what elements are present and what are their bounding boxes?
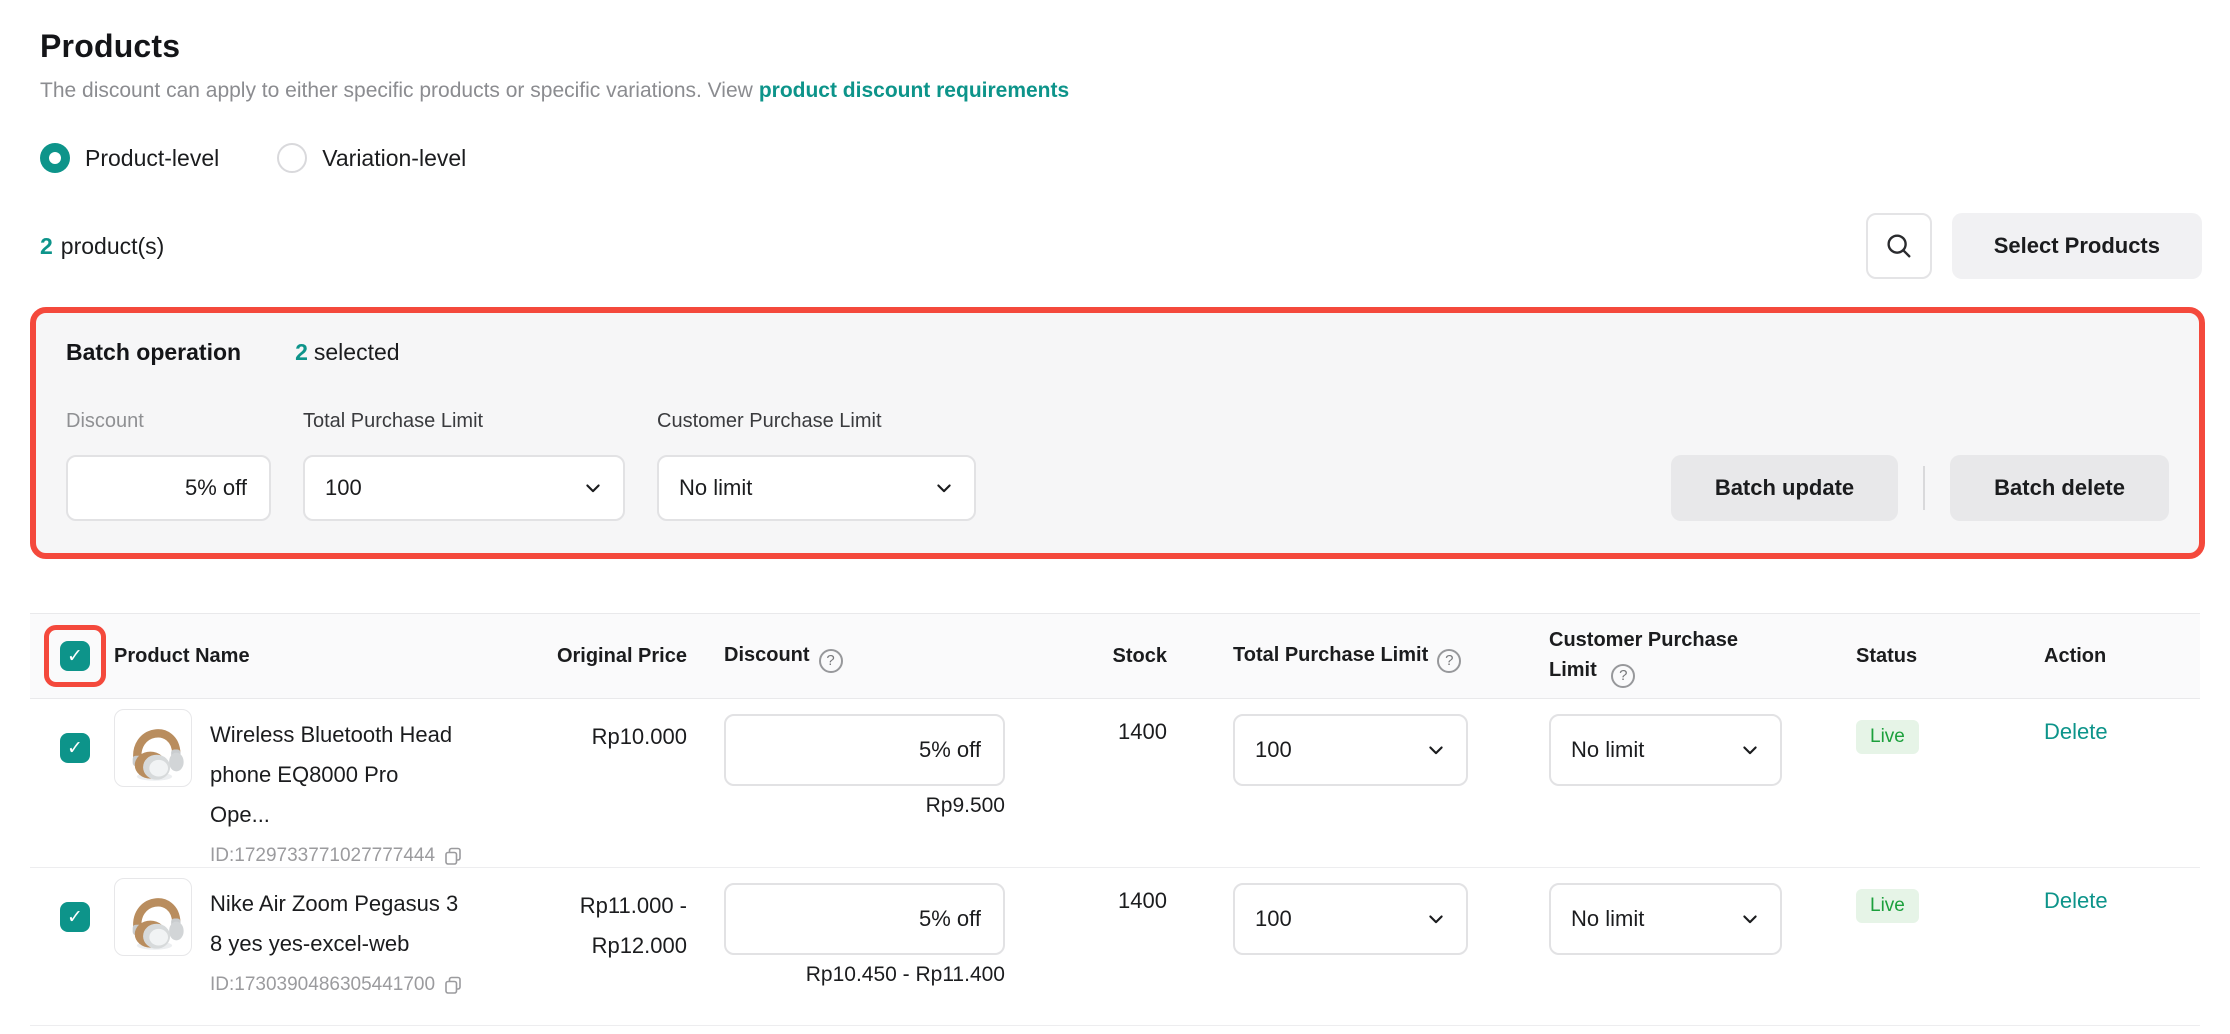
radio-variation-level[interactable]: Variation-level [277, 143, 466, 173]
batch-selected-count: 2selected [295, 339, 399, 366]
stock-value: 1400 [1005, 868, 1167, 1025]
total-purchase-limit-select[interactable]: 100 [1233, 714, 1468, 786]
chevron-down-icon [583, 478, 603, 498]
select-value: No limit [1571, 906, 1644, 932]
product-name-line: Wireless Bluetooth Head [210, 715, 464, 755]
status-badge: Live [1856, 889, 1919, 923]
radio-selected-icon[interactable] [40, 143, 70, 173]
customer-purchase-limit-select[interactable]: No limit [1549, 883, 1782, 955]
col-action: Action [1986, 641, 2200, 671]
select-all-annotation: ✓ [44, 625, 106, 687]
level-selector: Product-level Variation-level [40, 143, 2190, 173]
select-value: No limit [679, 475, 752, 501]
chevron-down-icon [1740, 909, 1760, 929]
original-price-line: Rp11.000 - [464, 886, 687, 926]
product-name-line: 8 yes yes-excel-web [210, 924, 463, 964]
customer-purchase-limit-select[interactable]: No limit [1549, 714, 1782, 786]
copy-icon[interactable] [443, 846, 463, 866]
page-title: Products [40, 28, 2190, 65]
select-products-button[interactable]: Select Products [1952, 213, 2202, 279]
original-price-line: Rp10.000 [464, 717, 687, 757]
product-name-line: Nike Air Zoom Pegasus 3 [210, 884, 463, 924]
table-header-row: ✓ Product Name Original Price Discount? … [30, 613, 2200, 699]
select-value: No limit [1571, 737, 1644, 763]
delete-link[interactable]: Delete [2044, 888, 2108, 913]
row-checkbox[interactable]: ✓ [60, 733, 90, 763]
product-count-label: product(s) [61, 233, 165, 259]
select-all-checkbox[interactable]: ✓ [60, 641, 90, 671]
col-total-purchase-limit: Total Purchase Limit? [1167, 640, 1468, 673]
product-discount-requirements-link[interactable]: product discount requirements [759, 79, 1069, 102]
product-id: ID:1729733771027777444 [210, 845, 435, 867]
products-discount-page: Products The discount can apply to eithe… [0, 0, 2230, 1034]
radio-label: Variation-level [322, 145, 466, 172]
total-purchase-limit-select[interactable]: 100 [1233, 883, 1468, 955]
original-price-line: Rp12.000 [464, 926, 687, 966]
col-original-price: Original Price [464, 641, 687, 671]
batch-customer-purchase-limit-select[interactable]: No limit [657, 455, 976, 521]
table-row: ✓ Wireless Bluetooth Head [30, 699, 2200, 868]
toolbar: 2 product(s) Select Products [0, 213, 2230, 279]
subtitle-text: The discount can apply to either specifi… [40, 79, 753, 102]
page-subtitle: The discount can apply to either specifi… [40, 79, 2190, 103]
help-icon[interactable]: ? [1437, 649, 1461, 673]
col-stock: Stock [1005, 641, 1167, 671]
discounted-price: Rp10.450 - Rp11.400 [724, 963, 1005, 987]
batch-operation-title: Batch operation [66, 339, 241, 366]
batch-panel-annotation: Batch operation 2selected Discount Total… [30, 307, 2205, 559]
chevron-down-icon [1426, 740, 1446, 760]
stock-value: 1400 [1005, 699, 1167, 867]
search-button[interactable] [1866, 213, 1932, 279]
radio-label: Product-level [85, 145, 219, 172]
row-checkbox[interactable]: ✓ [60, 902, 90, 932]
batch-discount-field: Discount [66, 410, 271, 521]
selected-number: 2 [295, 339, 308, 365]
delete-link[interactable]: Delete [2044, 719, 2108, 744]
discount-label: Discount [66, 410, 271, 433]
col-status: Status [1782, 641, 1986, 671]
product-count-number: 2 [40, 233, 53, 259]
selected-label: selected [314, 339, 400, 365]
products-table: ✓ Product Name Original Price Discount? … [30, 613, 2200, 1026]
batch-total-purchase-limit-field: Total Purchase Limit 100 [303, 410, 625, 521]
product-name-line: phone EQ8000 Pro Ope... [210, 755, 464, 835]
batch-total-purchase-limit-select[interactable]: 100 [303, 455, 625, 521]
batch-discount-input[interactable] [66, 455, 271, 521]
product-image [114, 878, 192, 956]
help-icon[interactable]: ? [819, 649, 843, 673]
status-badge: Live [1856, 720, 1919, 754]
batch-update-button[interactable]: Batch update [1671, 455, 1898, 521]
discounted-price: Rp9.500 [724, 794, 1005, 818]
radio-product-level[interactable]: Product-level [40, 143, 219, 173]
search-icon [1884, 231, 1914, 261]
col-discount: Discount? [687, 640, 1005, 673]
discount-input[interactable] [724, 714, 1005, 786]
batch-customer-purchase-limit-field: Customer Purchase Limit No limit [657, 410, 976, 521]
col-discount-label: Discount [724, 644, 810, 666]
product-image [114, 709, 192, 787]
chevron-down-icon [934, 478, 954, 498]
chevron-down-icon [1426, 909, 1446, 929]
copy-icon[interactable] [443, 975, 463, 995]
help-icon[interactable]: ? [1611, 664, 1635, 688]
table-row: ✓ Nike Air Zoom Pegasus 3 [30, 868, 2200, 1026]
discount-input[interactable] [724, 883, 1005, 955]
batch-delete-button[interactable]: Batch delete [1950, 455, 2169, 521]
chevron-down-icon [1740, 740, 1760, 760]
button-divider [1923, 466, 1925, 510]
col-tpl-label: Total Purchase Limit [1233, 644, 1428, 666]
select-value: 100 [325, 475, 362, 501]
total-purchase-limit-label: Total Purchase Limit [303, 410, 625, 433]
product-id: ID:1730390486305441700 [210, 974, 435, 996]
select-value: 100 [1255, 737, 1292, 763]
product-count: 2 product(s) [40, 233, 164, 260]
customer-purchase-limit-label: Customer Purchase Limit [657, 410, 976, 433]
select-value: 100 [1255, 906, 1292, 932]
batch-operation-panel: Batch operation 2selected Discount Total… [36, 313, 2199, 553]
radio-unselected-icon[interactable] [277, 143, 307, 173]
col-product-name: Product Name [114, 641, 464, 671]
col-cpl-label: Customer Purchase Limit [1549, 629, 1738, 681]
col-customer-purchase-limit: Customer Purchase Limit ? [1468, 625, 1782, 688]
